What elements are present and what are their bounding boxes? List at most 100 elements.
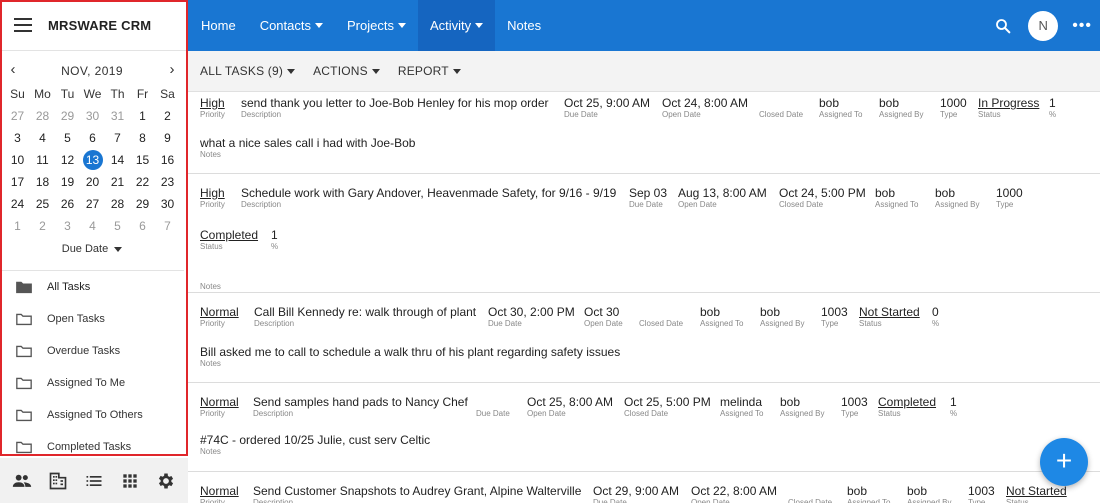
task-row[interactable]: Normal Priority Send Customer Snapshots to… [188, 472, 1100, 503]
calendar-day[interactable]: 30 [155, 193, 180, 215]
task-type-cell: 1003 Type [968, 484, 995, 503]
calendar-day[interactable]: 26 [55, 193, 80, 215]
folder-item[interactable]: Assigned To Others [0, 399, 184, 431]
task-due-date-value: Oct 25, 9:00 AM [564, 96, 651, 110]
calendar-day[interactable]: 16 [155, 149, 180, 171]
calendar-day[interactable]: 27 [5, 105, 30, 127]
nav-activity[interactable]: Activity [417, 0, 496, 51]
folder-item[interactable]: Open Tasks [0, 303, 184, 335]
calendar-day[interactable]: 29 [130, 193, 155, 215]
task-row[interactable]: High Priority send thank you letter to Joe… [188, 92, 1100, 174]
brand-header: MRSWARE CRM [0, 0, 188, 51]
calendar-day[interactable]: 1 [5, 215, 30, 237]
people-icon[interactable] [12, 471, 32, 491]
calendar-day[interactable]: 27 [80, 193, 105, 215]
task-priority-cell[interactable]: High Priority [200, 96, 225, 120]
task-status-label: Status [859, 319, 882, 328]
calendar-day[interactable]: 1 [130, 105, 155, 127]
calendar-day[interactable]: 6 [80, 127, 105, 149]
caret-down-icon [475, 23, 484, 28]
calendar-day[interactable]: 7 [155, 215, 180, 237]
calendar-day[interactable]: 2 [155, 105, 180, 127]
task-status-cell[interactable]: Completed Status [878, 395, 936, 419]
building-icon[interactable] [48, 471, 68, 491]
actions-dropdown[interactable]: ACTIONS [313, 64, 380, 78]
task-priority-cell[interactable]: Normal Priority [200, 305, 239, 329]
more-options-icon[interactable]: ••• [1072, 17, 1092, 35]
gear-icon[interactable] [156, 471, 176, 491]
calendar-day[interactable]: 22 [130, 171, 155, 193]
calendar-day[interactable]: 10 [5, 149, 30, 171]
nav-projects-label: Projects [347, 18, 394, 33]
add-task-button[interactable]: + [1040, 438, 1088, 486]
calendar-day[interactable]: 7 [105, 127, 130, 149]
task-percent-value: 1 [271, 228, 278, 242]
calendar-day[interactable]: 18 [30, 171, 55, 193]
task-status-cell[interactable]: In Progress Status [978, 96, 1039, 120]
task-assigned-to-value: melinda [720, 395, 763, 409]
task-status-cell[interactable]: Completed Status [200, 228, 258, 252]
calendar-day[interactable]: 2 [30, 215, 55, 237]
folder-item[interactable]: Assigned To Me [0, 367, 184, 399]
caret-down-icon [371, 69, 380, 75]
folder-item[interactable]: Overdue Tasks [0, 335, 184, 367]
task-status-cell[interactable]: Not Started Status [859, 305, 920, 329]
task-priority-value: Normal [200, 484, 239, 498]
calendar-day[interactable]: 13 [80, 149, 105, 171]
task-priority-cell[interactable]: High Priority [200, 186, 225, 210]
calendar-day[interactable]: 24 [5, 193, 30, 215]
calendar-day[interactable]: 28 [105, 193, 130, 215]
task-type-cell: 1000 Type [996, 186, 1023, 210]
calendar-day[interactable]: 29 [55, 105, 80, 127]
calendar-day[interactable]: 4 [30, 127, 55, 149]
all-tasks-dropdown[interactable]: ALL TASKS (9) [200, 64, 296, 78]
task-status-label: Status [1006, 498, 1029, 503]
nav-notes[interactable]: Notes [495, 0, 553, 51]
task-priority-cell[interactable]: Normal Priority [200, 395, 239, 419]
calendar-day[interactable]: 25 [30, 193, 55, 215]
calendar-day[interactable]: 3 [5, 127, 30, 149]
nav-home[interactable]: Home [188, 0, 248, 51]
calendar-day[interactable]: 8 [130, 127, 155, 149]
task-row[interactable]: High Priority Schedule work with Gary Ando… [188, 174, 1100, 293]
calendar-day[interactable]: 14 [105, 149, 130, 171]
calendar-day[interactable]: 28 [30, 105, 55, 127]
folder-item[interactable]: All Tasks [0, 271, 184, 303]
calendar-day[interactable]: 20 [80, 171, 105, 193]
search-icon[interactable] [994, 17, 1012, 35]
task-status-cell[interactable]: Not Started Status [1006, 484, 1067, 503]
calendar-day[interactable]: 17 [5, 171, 30, 193]
all-tasks-label: ALL TASKS (9) [200, 64, 284, 78]
calendar-day[interactable]: 9 [155, 127, 180, 149]
task-priority-cell[interactable]: Normal Priority [200, 484, 239, 503]
calendar-day[interactable]: 5 [55, 127, 80, 149]
nav-projects[interactable]: Projects [335, 0, 418, 51]
user-avatar[interactable]: N [1028, 10, 1059, 41]
hamburger-menu-icon[interactable] [14, 18, 32, 32]
list-icon[interactable] [84, 471, 104, 491]
calendar-day[interactable]: 30 [80, 105, 105, 127]
calendar-day[interactable]: 21 [105, 171, 130, 193]
calendar-day[interactable]: 3 [55, 215, 80, 237]
calendar-day[interactable]: 6 [130, 215, 155, 237]
calendar-day[interactable]: 31 [105, 105, 130, 127]
grid-icon[interactable] [120, 471, 140, 491]
task-due-date-label: Due Date [593, 498, 627, 503]
task-type-cell: 1003 Type [841, 395, 868, 419]
task-assigned-by-label: Assigned By [780, 409, 825, 418]
calendar-day[interactable]: 23 [155, 171, 180, 193]
task-row[interactable]: Normal Priority Send samples hand pads to … [188, 383, 1100, 472]
report-dropdown[interactable]: REPORT [398, 64, 461, 78]
task-type-value: 1003 [968, 484, 995, 498]
calendar-day[interactable]: 19 [55, 171, 80, 193]
calendar-day[interactable]: 11 [30, 149, 55, 171]
calendar-day[interactable]: 15 [130, 149, 155, 171]
chevron-right-icon[interactable]: › [165, 62, 179, 78]
calendar-day[interactable]: 5 [105, 215, 130, 237]
calendar-day[interactable]: 4 [80, 215, 105, 237]
task-row[interactable]: Normal Priority Call Bill Kennedy re: walk… [188, 293, 1100, 383]
sidebar: MRSWARE CRM ‹ NOV, 2019 › Su Mo Tu We Th Fr Sa… [0, 0, 188, 503]
due-date-sort-select[interactable]: Due Date [0, 243, 184, 255]
nav-contacts[interactable]: Contacts [248, 0, 335, 51]
calendar-day[interactable]: 12 [55, 149, 80, 171]
